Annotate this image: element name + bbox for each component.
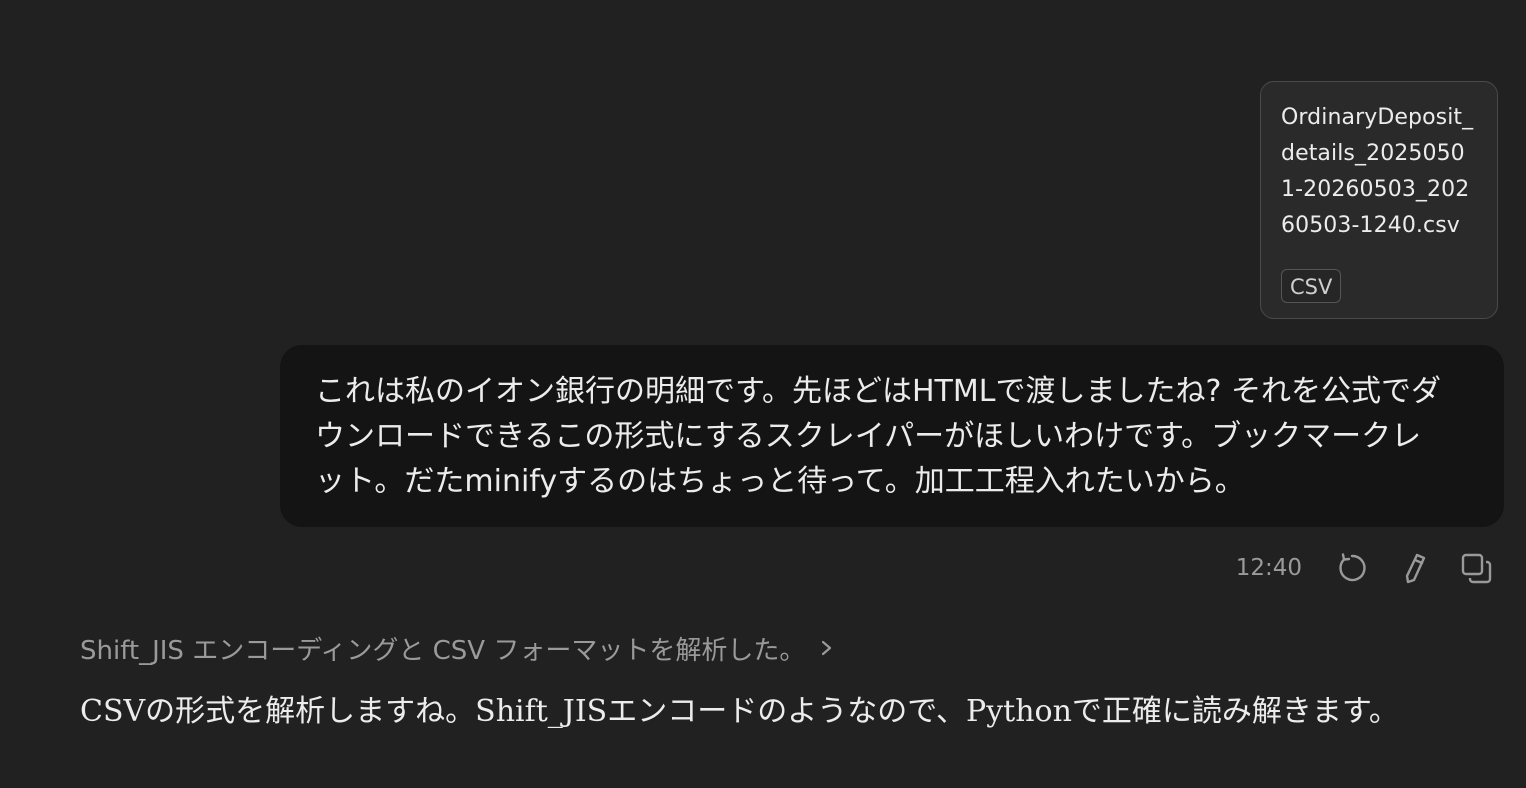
retry-icon [1339, 553, 1366, 582]
edit-button[interactable] [1394, 548, 1434, 588]
attachment-filename: OrdinaryDeposit_details_20250501-2026050… [1281, 105, 1474, 238]
chevron-right-icon [819, 637, 835, 659]
file-type-badge: CSV [1281, 269, 1342, 303]
copy-button[interactable] [1456, 548, 1496, 588]
attachment-card[interactable]: OrdinaryDeposit_details_20250501-2026050… [1260, 81, 1498, 319]
user-message-text: これは私のイオン銀行の明細です。先ほどはHTMLで渡しましたね? それを公式でダ… [315, 374, 1441, 499]
copy-icon [1461, 553, 1492, 584]
message-actions: 12:40 [1236, 548, 1496, 588]
user-message-bubble: これは私のイオン銀行の明細です。先ほどはHTMLで渡しましたね? それを公式でダ… [280, 345, 1504, 527]
thinking-summary-toggle[interactable]: Shift_JIS エンコーディングと CSV フォーマットを解析した。 [80, 628, 835, 668]
retry-button[interactable] [1332, 548, 1372, 588]
pencil-icon [1405, 553, 1426, 584]
chat-page: OrdinaryDeposit_details_20250501-2026050… [0, 0, 1526, 788]
thinking-summary-text: Shift_JIS エンコーディングと CSV フォーマットを解析した。 [80, 635, 806, 666]
message-timestamp: 12:40 [1235, 555, 1302, 581]
assistant-response-text: CSVの形式を解析しますね。Shift_JISエンコードのようなので、Pytho… [80, 694, 1399, 729]
